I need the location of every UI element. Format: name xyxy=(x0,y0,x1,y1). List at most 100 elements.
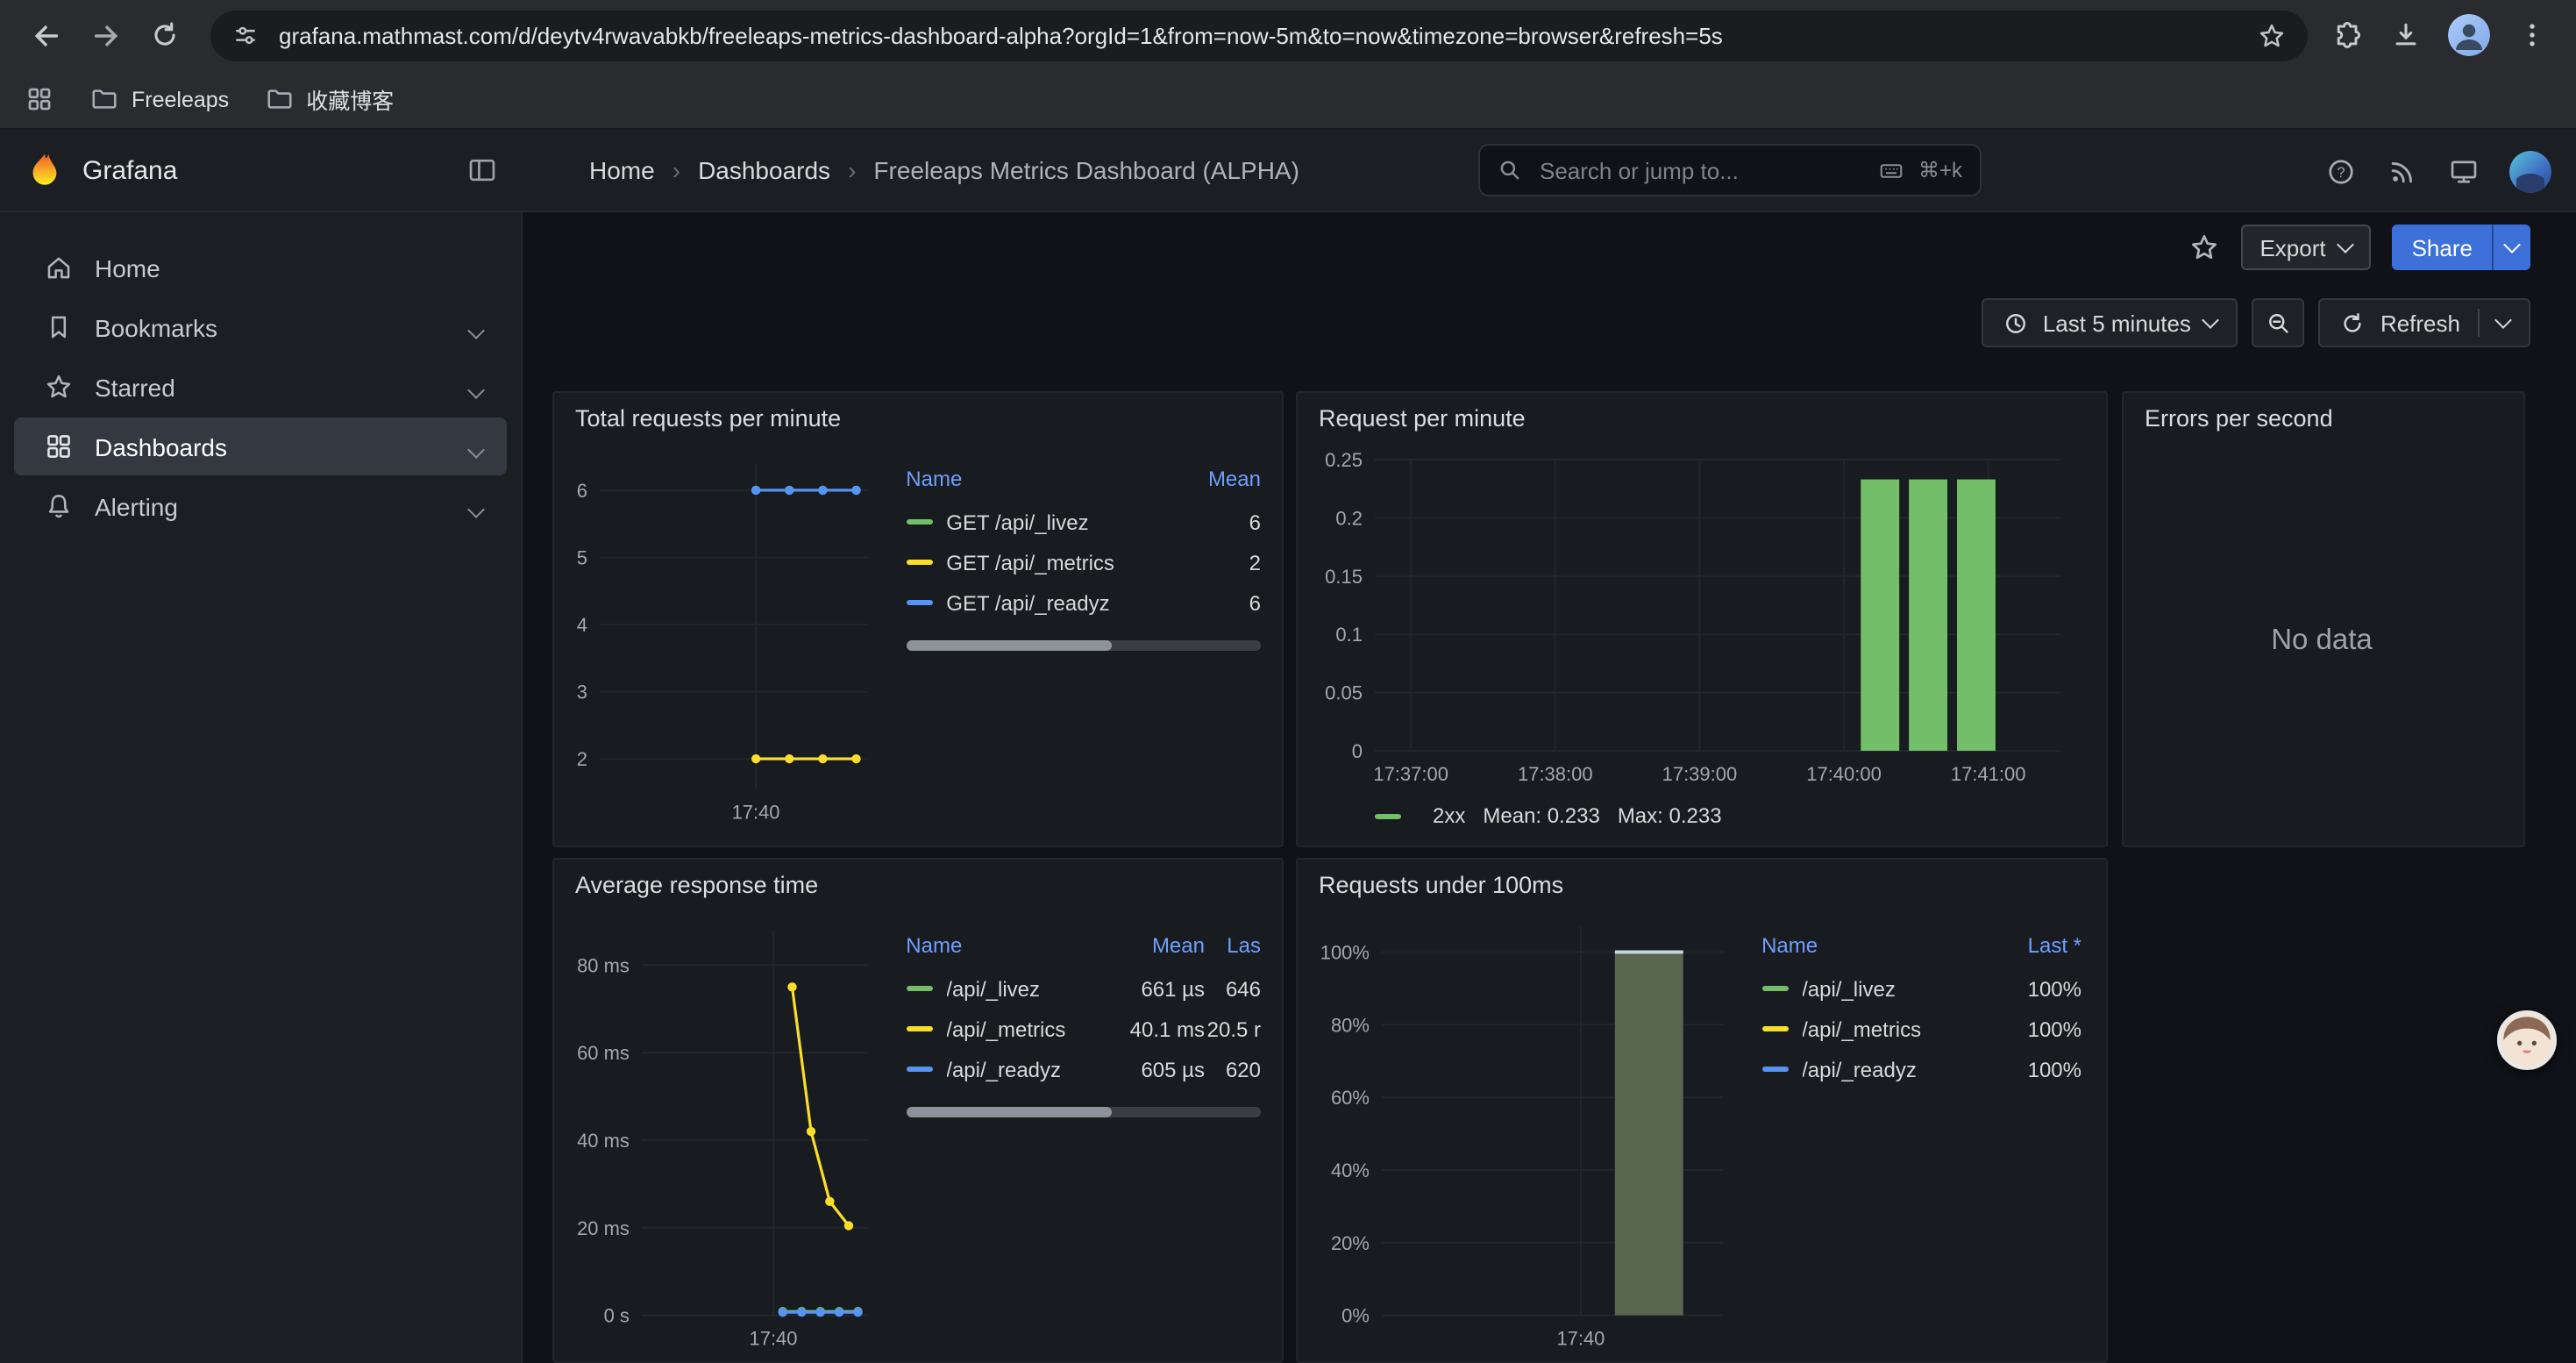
chart-area[interactable]: 00.050.10.150.20.2517:37:0017:38:0017:39… xyxy=(1312,446,2085,796)
legend-table: Name Mean GET /api/_livez 6 xyxy=(881,446,1264,835)
legend-row[interactable]: GET /api/_readyz 6 xyxy=(906,582,1261,623)
time-range-button[interactable]: Last 5 minutes xyxy=(1982,298,2238,347)
profile-avatar[interactable] xyxy=(2448,14,2490,56)
back-icon[interactable] xyxy=(18,7,74,63)
legend-row[interactable]: /api/_readyz 100% xyxy=(1761,1049,2081,1089)
legend-rows: GET /api/_livez 6 GET /api/_metrics 2 xyxy=(906,502,1261,623)
series-name: /api/_livez xyxy=(946,976,1107,1001)
sidebar-toggle-icon[interactable] xyxy=(466,154,498,186)
legend-scrollbar[interactable] xyxy=(906,1107,1261,1117)
breadcrumb-item[interactable]: Freeleaps Metrics Dashboard (ALPHA) xyxy=(830,156,1299,184)
sidebar-item-label: Dashboards xyxy=(95,432,227,460)
sidebar-item-dashboards[interactable]: Dashboards xyxy=(14,417,507,475)
browser-menu-icon[interactable] xyxy=(2516,19,2548,51)
scrollbar-thumb[interactable] xyxy=(906,640,1112,651)
breadcrumb-item[interactable]: Dashboards xyxy=(655,156,830,184)
legend-col-name[interactable]: Name xyxy=(906,467,1191,491)
news-icon[interactable] xyxy=(2387,155,2418,187)
apps-grid-icon[interactable] xyxy=(25,84,54,114)
sidebar-item-home[interactable]: Home xyxy=(14,239,507,296)
series-color-icon xyxy=(906,600,932,605)
help-icon[interactable]: ? xyxy=(2325,155,2357,187)
scrollbar-thumb[interactable] xyxy=(906,1107,1112,1117)
legend-col-mean[interactable]: Mean xyxy=(1107,933,1205,958)
reload-icon[interactable] xyxy=(137,7,193,63)
legend-row[interactable]: /api/_livez 661 µs 646 xyxy=(906,968,1261,1009)
svg-text:40 ms: 40 ms xyxy=(577,1130,630,1152)
legend-col-name[interactable]: Name xyxy=(906,933,1107,958)
chevron-down-icon[interactable] xyxy=(470,492,482,520)
floating-assistant-avatar[interactable] xyxy=(2497,1010,2557,1070)
svg-text:0.15: 0.15 xyxy=(1325,566,1363,588)
grafana-header: Grafana HomeDashboardsFreeleaps Metrics … xyxy=(0,130,2576,212)
legend-row[interactable]: /api/_livez 100% xyxy=(1761,968,2081,1009)
panel-title[interactable]: Average response time xyxy=(575,872,818,898)
folder-icon xyxy=(89,84,119,114)
legend-inline[interactable]: 2xx Mean: 0.233 Max: 0.233 xyxy=(1312,796,2085,835)
share-label[interactable]: Share xyxy=(2393,225,2492,270)
chevron-down-icon[interactable] xyxy=(470,313,482,341)
legend-row[interactable]: GET /api/_metrics 2 xyxy=(906,542,1261,582)
legend-row[interactable]: GET /api/_livez 6 xyxy=(906,502,1261,542)
legend-scrollbar[interactable] xyxy=(906,640,1261,651)
grafana-logo[interactable] xyxy=(25,150,65,190)
sidebar-item-bookmarks[interactable]: Bookmarks xyxy=(14,298,507,356)
svg-text:20%: 20% xyxy=(1331,1232,1370,1254)
export-button[interactable]: Export xyxy=(2240,225,2371,270)
sidebar-item-starred[interactable]: Starred xyxy=(14,358,507,416)
search-box[interactable]: ⌘+k xyxy=(1478,144,1982,196)
svg-text:17:38:00: 17:38:00 xyxy=(1518,763,1593,785)
refresh-button[interactable]: Refresh xyxy=(2319,298,2530,347)
url-input[interactable] xyxy=(275,20,2241,50)
site-info-icon[interactable] xyxy=(231,21,260,49)
share-menu-caret[interactable] xyxy=(2492,225,2530,270)
series-name: GET /api/_metrics xyxy=(946,550,1191,574)
svg-text:0 s: 0 s xyxy=(604,1305,630,1327)
zoom-out-button[interactable] xyxy=(2252,298,2305,347)
series-mean: 605 µs xyxy=(1107,1057,1205,1081)
user-avatar[interactable] xyxy=(2509,150,2551,192)
favorite-star-icon[interactable] xyxy=(2188,232,2219,263)
bookmark-folder-freeleaps[interactable]: Freeleaps xyxy=(89,84,229,114)
search-input[interactable] xyxy=(1536,155,1864,185)
svg-text:17:40: 17:40 xyxy=(750,1328,798,1350)
chart-area[interactable]: 2345617:40 xyxy=(568,446,881,835)
legend-col-last[interactable]: Las xyxy=(1205,933,1261,958)
bookmark-folder-blogs[interactable]: 收藏博客 xyxy=(264,82,394,116)
url-bar[interactable] xyxy=(210,10,2308,61)
download-icon[interactable] xyxy=(2390,19,2422,51)
legend-col-mean[interactable]: Mean xyxy=(1191,467,1261,491)
breadcrumb: HomeDashboardsFreeleaps Metrics Dashboar… xyxy=(523,156,1299,184)
svg-text:17:40: 17:40 xyxy=(1556,1328,1605,1350)
panel-title[interactable]: Errors per second xyxy=(2145,405,2333,432)
share-button[interactable]: Share xyxy=(2393,225,2530,270)
series-color-icon xyxy=(906,986,932,991)
panel-title[interactable]: Total requests per minute xyxy=(575,405,841,432)
extensions-icon[interactable] xyxy=(2332,19,2364,51)
sidebar-item-alerting[interactable]: Alerting xyxy=(14,477,507,535)
chart-area[interactable]: 0 s20 ms40 ms60 ms80 ms17:40 xyxy=(568,912,881,1361)
legend-col-name[interactable]: Name xyxy=(1761,933,1990,958)
legend-row[interactable]: /api/_metrics 100% xyxy=(1761,1009,2081,1049)
keyboard-icon xyxy=(1878,157,1904,183)
forward-icon[interactable] xyxy=(77,7,133,63)
panel-title[interactable]: Requests under 100ms xyxy=(1319,872,1563,898)
panel-total-requests: Total requests per minute 2345617:40 Nam… xyxy=(552,391,1284,847)
legend-col-last[interactable]: Last * xyxy=(1990,933,2081,958)
zoom-out-icon xyxy=(2266,310,2292,336)
chevron-down-icon[interactable] xyxy=(470,432,482,460)
monitor-icon[interactable] xyxy=(2448,155,2480,187)
svg-text:80 ms: 80 ms xyxy=(577,954,630,976)
panel-title[interactable]: Request per minute xyxy=(1319,405,1526,432)
svg-text:17:39:00: 17:39:00 xyxy=(1662,763,1738,785)
chevron-down-icon[interactable] xyxy=(2494,311,2512,329)
panel-request-per-minute: Request per minute 00.050.10.150.20.2517… xyxy=(1296,391,2108,847)
breadcrumb-item[interactable]: Home xyxy=(589,156,655,184)
chevron-down-icon[interactable] xyxy=(470,373,482,401)
request-per-minute-chart: 00.050.10.150.20.2517:37:0017:38:0017:39… xyxy=(1312,446,2085,796)
chart-area[interactable]: 0%20%40%60%80%100%17:40 xyxy=(1312,912,1737,1361)
legend-row[interactable]: /api/_readyz 605 µs 620 xyxy=(906,1049,1261,1089)
sidebar-item-label: Bookmarks xyxy=(95,313,217,341)
bookmark-star-icon[interactable] xyxy=(2257,20,2287,50)
legend-row[interactable]: /api/_metrics 40.1 ms 20.5 r xyxy=(906,1009,1261,1049)
